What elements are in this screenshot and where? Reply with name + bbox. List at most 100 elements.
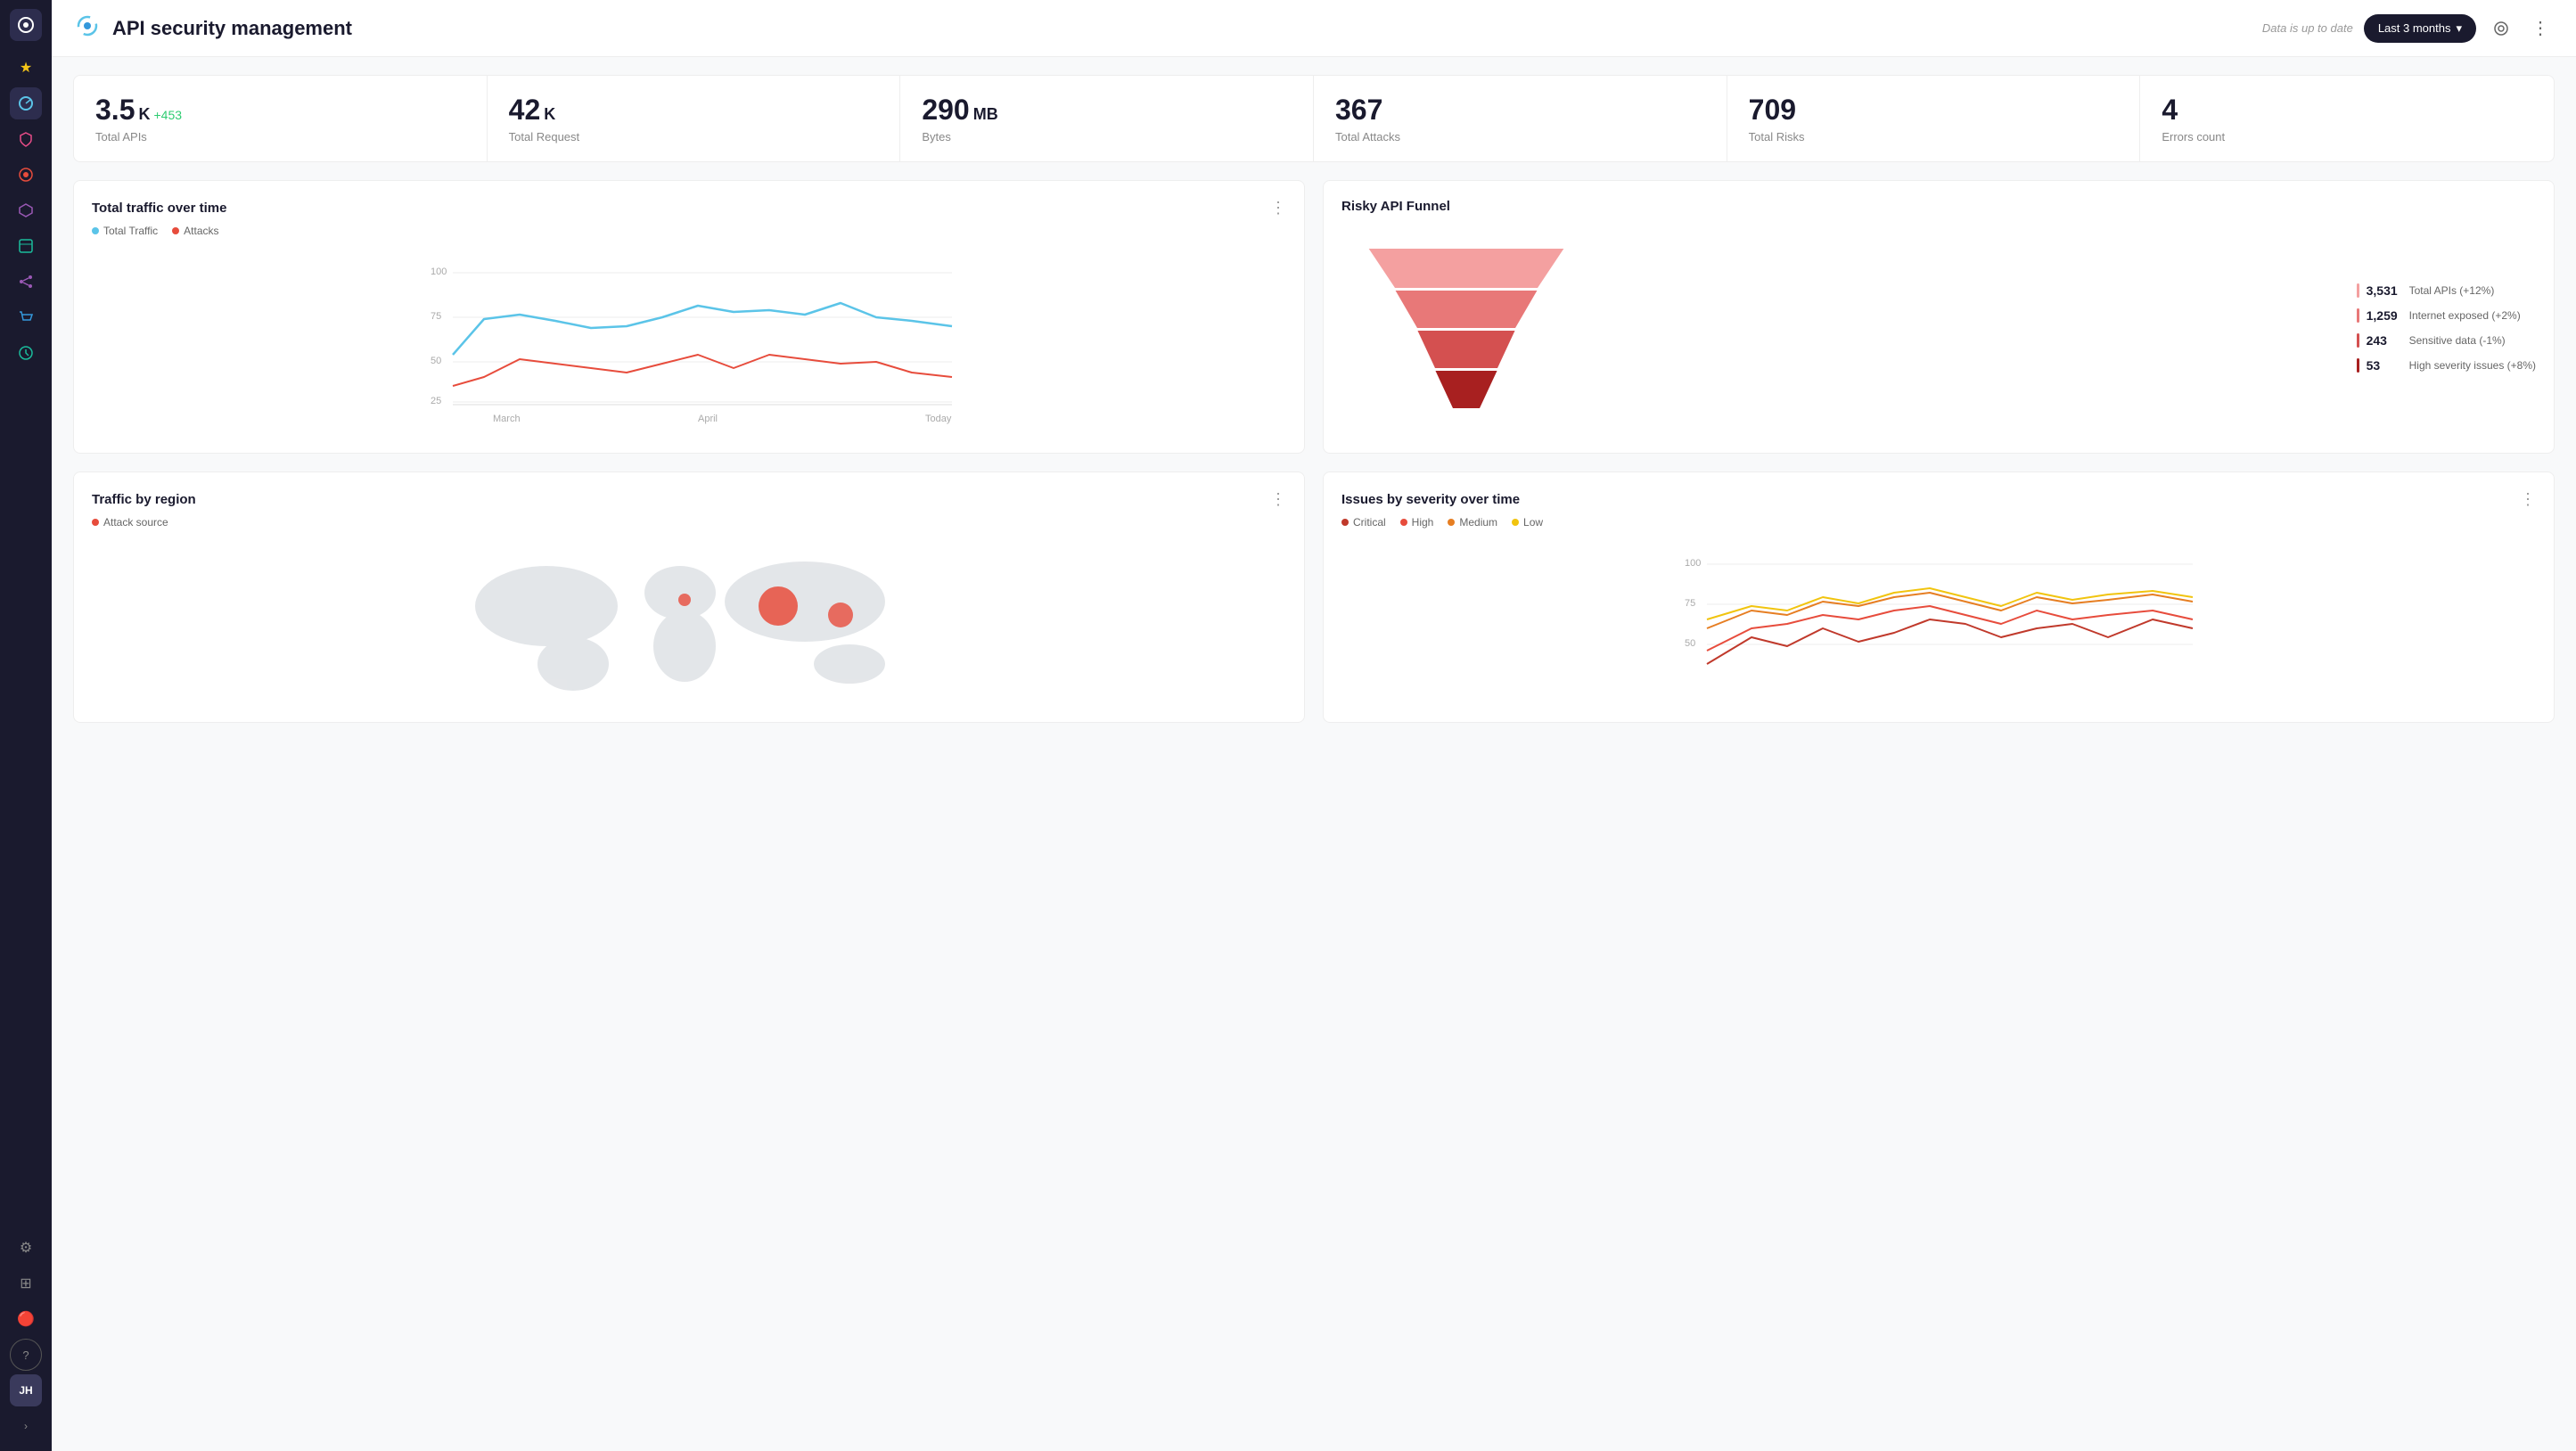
legend-attacks: Attacks [172,225,218,237]
funnel-legend-item-2: 243 Sensitive data (-1%) [2357,333,2536,348]
stat-number: 4 [2162,94,2178,127]
legend-dot-high [1400,519,1407,526]
svg-text:April: April [698,414,718,424]
more-options-icon[interactable]: ⋮ [2526,14,2555,43]
severity-legend: Critical High Medium Low [1341,516,2536,529]
legend-label-low: Low [1523,516,1543,529]
content-area: 3.5K +453 Total APIs 42K Total Request 2… [52,57,2576,1451]
sidebar-item-shield[interactable] [10,123,42,155]
sidebar-item-dashboard[interactable] [10,87,42,119]
stat-unit: K [138,105,150,124]
time-filter-button[interactable]: Last 3 months ▾ [2364,14,2476,43]
traffic-chart-header: Total traffic over time ⋮ [92,199,1286,217]
traffic-chart-menu[interactable]: ⋮ [1270,199,1286,217]
severity-chart-card: Issues by severity over time ⋮ Critical … [1323,471,2555,723]
funnel-legend-label: Internet exposed (+2%) [2409,309,2521,322]
funnel-legend-bar [2357,333,2359,348]
stat-label: Total Request [509,130,879,143]
region-chart-menu[interactable]: ⋮ [1270,490,1286,509]
time-filter-label: Last 3 months [2378,21,2451,35]
funnel-legend-label: Total APIs (+12%) [2409,284,2495,297]
bottom-charts-row: Traffic by region ⋮ Attack source [73,471,2555,723]
legend-dot-traffic [92,227,99,234]
funnel-svg [1341,230,1591,426]
sidebar-item-notifications[interactable]: 🔴 [10,1303,42,1335]
legend-dot-medium [1448,519,1455,526]
funnel-legend-value: 53 [2367,358,2402,373]
sidebar-item-circle[interactable] [10,337,42,369]
funnel-legend-bar [2357,283,2359,298]
sidebar-item-inventory[interactable] [10,230,42,262]
funnel-legend-value: 3,531 [2367,283,2402,298]
severity-chart-header: Issues by severity over time ⋮ [1341,490,2536,509]
stat-value-request: 42K [509,94,879,127]
chevron-down-icon: ▾ [2456,21,2462,36]
funnel-legend-bar [2357,308,2359,323]
svg-text:50: 50 [431,356,441,366]
legend-high: High [1400,516,1434,529]
stat-risks: 709 Total Risks [1727,76,2141,161]
stat-number: 367 [1335,94,1382,127]
user-avatar[interactable]: JH [10,1374,42,1406]
legend-dot-critical [1341,519,1349,526]
stat-total-apis: 3.5K +453 Total APIs [74,76,488,161]
severity-chart-menu[interactable]: ⋮ [2520,490,2536,509]
legend-label-traffic: Total Traffic [103,225,158,237]
stat-unit: MB [973,105,998,124]
stat-unit: K [544,105,555,124]
funnel-chart-header: Risky API Funnel [1341,199,2536,214]
sidebar-item-monitor[interactable] [10,159,42,191]
legend-attack-source: Attack source [92,516,168,529]
funnel-chart-title: Risky API Funnel [1341,199,1450,214]
stat-total-request: 42K Total Request [488,76,901,161]
sidebar-item-grid[interactable]: ⊞ [10,1267,42,1299]
svg-text:75: 75 [431,311,441,322]
top-charts-row: Total traffic over time ⋮ Total Traffic … [73,180,2555,454]
legend-dot-low [1512,519,1519,526]
sidebar-item-settings[interactable]: ⚙ [10,1232,42,1264]
stat-number: 290 [922,94,969,127]
region-chart-title: Traffic by region [92,492,196,507]
stat-label: Bytes [922,130,1292,143]
sidebar-item-cart[interactable] [10,301,42,333]
region-legend: Attack source [92,516,1286,529]
traffic-chart-svg: 100 75 50 25 March April Today [92,248,1286,426]
world-map [92,539,1286,704]
stat-label: Total Risks [1749,130,2119,143]
data-status: Data is up to date [2262,21,2353,35]
legend-medium: Medium [1448,516,1497,529]
funnel-legend-label: Sensitive data (-1%) [2409,334,2506,347]
legend-critical: Critical [1341,516,1386,529]
legend-label-attacks: Attacks [184,225,218,237]
funnel-legend-bar [2357,358,2359,373]
main-area: API security management Data is up to da… [52,0,2576,1451]
severity-chart-title: Issues by severity over time [1341,492,1520,507]
stat-value-attacks: 367 [1335,94,1705,127]
sidebar-item-graph[interactable] [10,266,42,298]
severity-chart-svg: 100 75 50 [1341,539,2536,700]
funnel-container: 3,531 Total APIs (+12%) 1,259 Internet e… [1341,221,2536,435]
svg-text:March: March [493,414,521,424]
legend-label-critical: Critical [1353,516,1386,529]
sidebar-item-favorites[interactable]: ★ [10,52,42,84]
funnel-legend-value: 1,259 [2367,308,2402,323]
svg-text:100: 100 [431,266,447,277]
sidebar-expand-button[interactable]: › [10,1410,42,1442]
stat-label: Errors count [2162,130,2532,143]
sidebar-logo[interactable] [10,9,42,41]
header: API security management Data is up to da… [52,0,2576,57]
legend-label-medium: Medium [1459,516,1497,529]
traffic-chart-legend: Total Traffic Attacks [92,225,1286,237]
legend-dot-attack [92,519,99,526]
sidebar-item-api[interactable] [10,194,42,226]
svg-text:50: 50 [1685,638,1695,649]
stat-number: 709 [1749,94,1796,127]
sidebar: ★ [0,0,52,1451]
stat-number: 3.5 [95,94,135,127]
stat-value-errors: 4 [2162,94,2532,127]
svg-text:100: 100 [1685,558,1701,569]
sidebar-bottom: ⚙ ⊞ 🔴 ? JH › [10,1232,42,1442]
sidebar-item-help[interactable]: ? [10,1339,42,1371]
notifications-icon[interactable] [2487,14,2515,43]
stat-change: +453 [153,108,182,122]
